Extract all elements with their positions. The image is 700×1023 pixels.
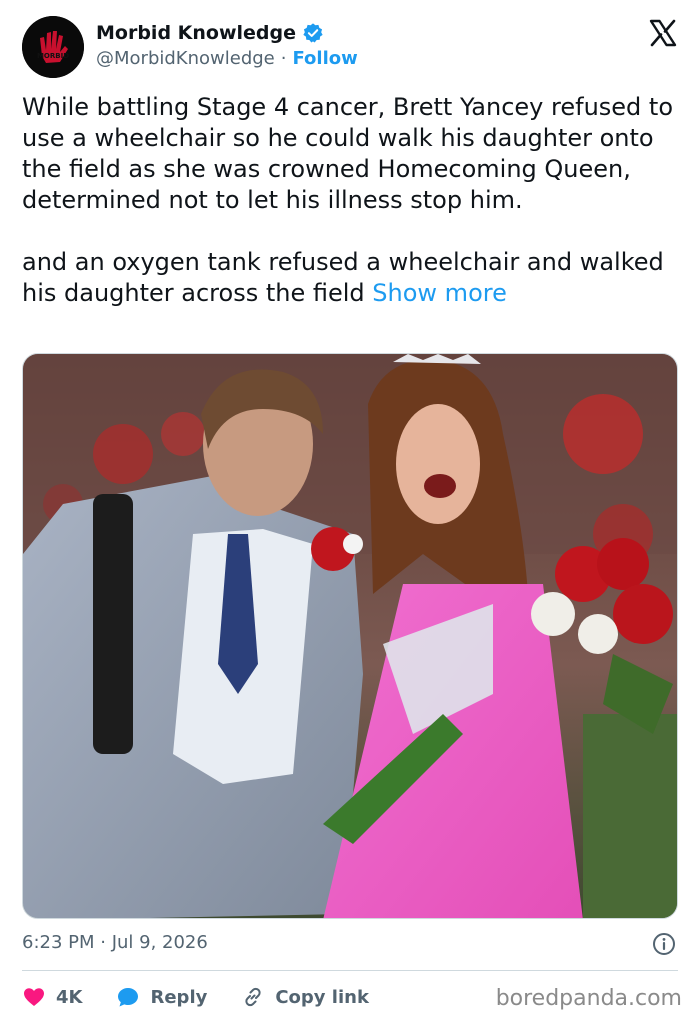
avatar[interactable]: MORBID (22, 16, 84, 78)
reply-bubble-icon (118, 988, 139, 1007)
author-name[interactable]: Morbid Knowledge (96, 22, 296, 44)
link-icon (245, 987, 261, 1007)
x-logo-icon[interactable] (648, 18, 678, 48)
like-button[interactable]: 4K (22, 985, 82, 1009)
like-count: 4K (56, 986, 83, 1008)
divider (22, 970, 678, 971)
verified-badge-icon (303, 23, 323, 43)
show-more-link[interactable]: Show more (372, 279, 507, 307)
follow-button[interactable]: Follow (292, 48, 357, 69)
avatar-hand-logo: MORBID (22, 16, 84, 78)
avatar-text: MORBID (37, 52, 69, 60)
author-handle[interactable]: @MorbidKnowledge (96, 48, 275, 69)
handle-separator: · (280, 48, 287, 69)
tweet-photo[interactable] (22, 353, 678, 919)
author-name-row: Morbid Knowledge (96, 22, 324, 44)
tweet-card: MORBID Morbid Knowledge @MorbidKnowledge… (0, 0, 700, 1023)
tweet-paragraph-2: and an oxygen tank refused a wheelchair … (22, 247, 682, 309)
heart-icon (24, 988, 44, 1006)
handle-row: @MorbidKnowledge · Follow (96, 48, 358, 69)
tweet-paragraph-1: While battling Stage 4 cancer, Brett Yan… (22, 93, 673, 214)
tweet-timestamp[interactable]: 6:23 PM · Jul 9, 2026 (22, 932, 208, 953)
watermark: boredpanda.com (495, 986, 682, 1011)
tweet-text: While battling Stage 4 cancer, Brett Yan… (22, 92, 682, 309)
action-bar: 4K Reply Copy link (22, 982, 403, 1012)
info-icon[interactable] (652, 932, 676, 956)
photo-illustration (23, 354, 677, 918)
copy-link-label: Copy link (275, 986, 369, 1008)
tweet-paragraph-2-text: and an oxygen tank refused a wheelchair … (22, 248, 664, 307)
reply-button[interactable]: Reply (116, 985, 207, 1009)
copy-link-button[interactable]: Copy link (241, 985, 369, 1009)
reply-label: Reply (150, 986, 208, 1008)
